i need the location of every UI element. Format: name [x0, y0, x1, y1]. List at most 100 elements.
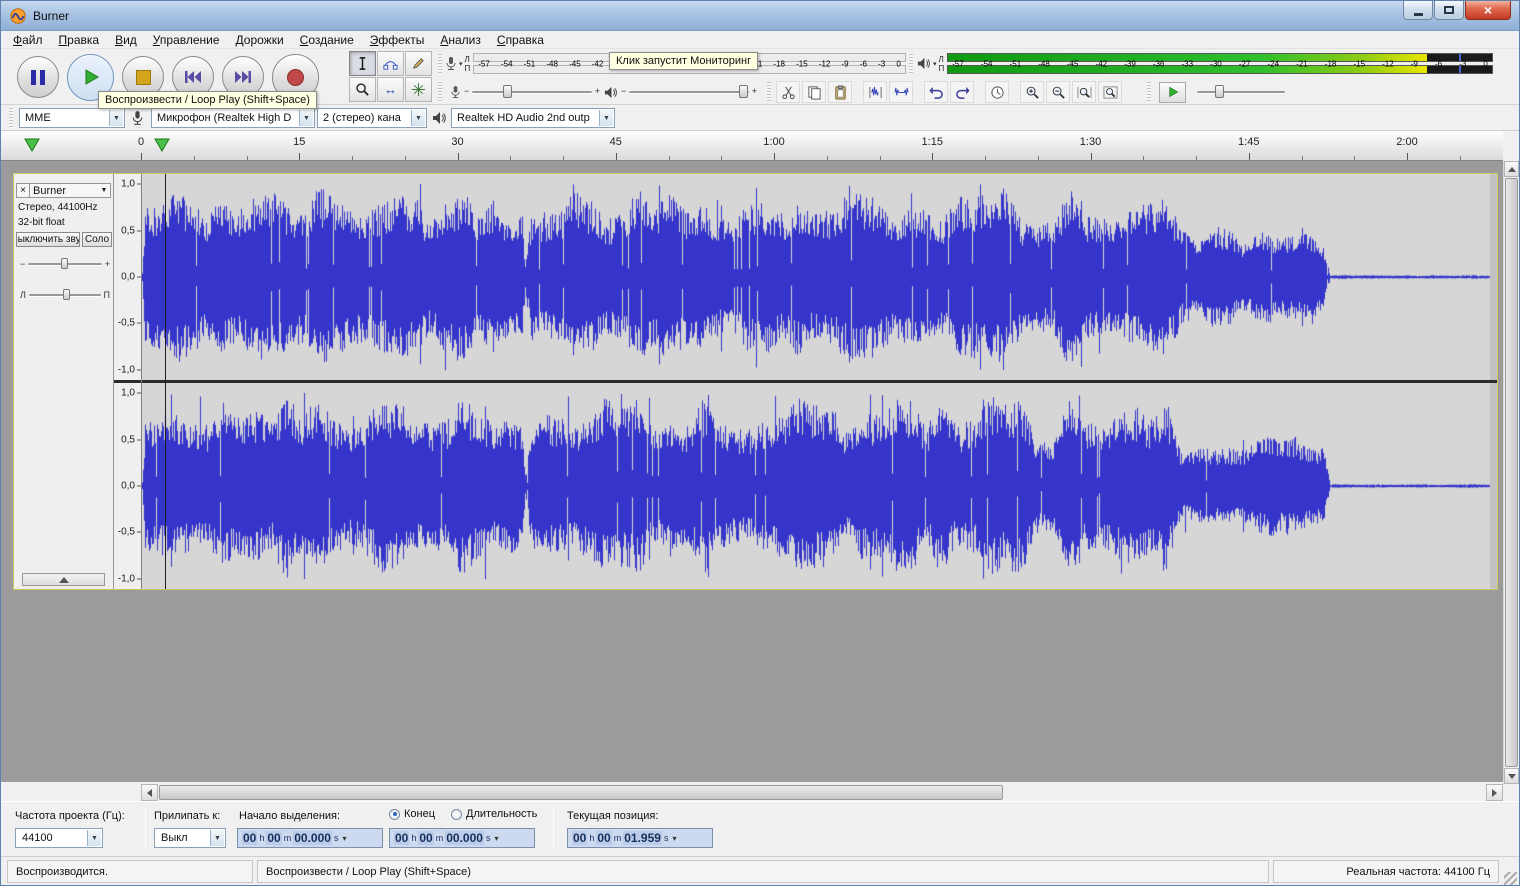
- recording-channels-select[interactable]: 2 (стерео) кана▼: [317, 108, 427, 128]
- combo-arrow-icon[interactable]: ▼: [109, 110, 123, 126]
- menu-item-3[interactable]: Вид: [107, 32, 145, 48]
- slider-thumb[interactable]: [739, 85, 748, 98]
- paste-button[interactable]: [828, 81, 852, 103]
- vertical-scrollbar[interactable]: [1503, 161, 1519, 784]
- silence-audio-button[interactable]: [889, 81, 913, 103]
- resize-grip[interactable]: [1504, 872, 1517, 885]
- mute-button[interactable]: Выключить звук: [16, 232, 80, 247]
- slider-thumb[interactable]: [63, 289, 70, 300]
- dropdown-arrow-icon[interactable]: ▾: [342, 834, 346, 843]
- multi-tool-button[interactable]: [405, 77, 432, 102]
- playback-device-select[interactable]: Realtek HD Audio 2nd outp▼: [451, 108, 615, 128]
- track-pan-slider[interactable]: Л П: [20, 287, 110, 303]
- combo-arrow-icon[interactable]: ▼: [411, 110, 425, 126]
- selection-end-time[interactable]: 00h00m00.000s▾: [389, 828, 535, 848]
- menu-item-1[interactable]: Файл: [5, 32, 51, 48]
- menu-item-9[interactable]: Справка: [489, 32, 552, 48]
- menu-item-2[interactable]: Правка: [51, 32, 108, 48]
- menu-item-4[interactable]: Управление: [145, 32, 228, 48]
- quickplay-marker-icon[interactable]: [24, 138, 40, 152]
- vertical-ruler-left-channel[interactable]: 1,00,50,0-0,5-1,0: [114, 174, 141, 380]
- fit-project-button[interactable]: [1098, 81, 1122, 103]
- snap-to-select[interactable]: Выкл▼: [154, 828, 226, 848]
- fit-selection-button[interactable]: [1072, 81, 1096, 103]
- track-collapse-button[interactable]: [22, 573, 105, 586]
- radio-length-label[interactable]: Длительность: [466, 808, 537, 820]
- playback-speed-slider[interactable]: [1191, 83, 1291, 101]
- current-position-time[interactable]: 00h00m01.959s▾: [567, 828, 713, 848]
- playback-position-marker-icon[interactable]: [154, 138, 170, 152]
- track-header[interactable]: × Burner ▼: [16, 183, 111, 198]
- toolbar-grab-handle[interactable]: [9, 108, 13, 128]
- track-menu-arrow-icon[interactable]: ▼: [98, 187, 110, 194]
- scroll-left-button[interactable]: [141, 784, 158, 801]
- slider-thumb[interactable]: [61, 258, 68, 269]
- undo-button[interactable]: [924, 81, 948, 103]
- menu-item-5[interactable]: Дорожки: [228, 32, 292, 48]
- envelope-tool-button[interactable]: [377, 51, 404, 76]
- cut-button[interactable]: [776, 81, 800, 103]
- audio-track[interactable]: × Burner ▼ Стерео, 44100Hz 32-bit float …: [13, 173, 1498, 590]
- radio-end-label[interactable]: Конец: [404, 808, 435, 820]
- track-gain-slider[interactable]: − +: [20, 256, 110, 272]
- dropdown-arrow-icon[interactable]: ▾: [672, 834, 676, 843]
- combo-arrow-icon[interactable]: ▼: [210, 830, 224, 846]
- vertical-scroll-thumb[interactable]: [1505, 178, 1518, 767]
- radio-length[interactable]: [451, 809, 462, 820]
- zoom-in-button[interactable]: [1020, 81, 1044, 103]
- redo-button[interactable]: [950, 81, 974, 103]
- zoom-out-button[interactable]: [1046, 81, 1070, 103]
- selection-start-time[interactable]: 00h00m00.000s▾: [237, 828, 383, 848]
- menu-item-7[interactable]: Эффекты: [362, 32, 433, 48]
- scroll-up-button[interactable]: [1504, 161, 1519, 177]
- trim-audio-button[interactable]: [863, 81, 887, 103]
- play-at-speed-button[interactable]: [1159, 82, 1186, 103]
- recording-volume-slider[interactable]: −+: [466, 83, 598, 101]
- toolbar-grab-handle[interactable]: [438, 82, 442, 101]
- copy-button[interactable]: [802, 81, 826, 103]
- waveform-canvas-right[interactable]: [142, 383, 1497, 589]
- toolbar-grab-handle[interactable]: [767, 82, 771, 101]
- dropdown-arrow-icon[interactable]: ▾: [494, 834, 498, 843]
- title-bar[interactable]: Burner ×: [1, 1, 1519, 31]
- scroll-right-button[interactable]: [1486, 784, 1503, 801]
- slider-thumb[interactable]: [1215, 85, 1224, 98]
- recording-device-select[interactable]: Микрофон (Realtek High D▼: [151, 108, 315, 128]
- minimize-button[interactable]: [1403, 1, 1433, 20]
- audio-host-select[interactable]: MME▼: [19, 108, 125, 128]
- playback-meter-toolbar[interactable]: ▾ ЛП -57-54-51-48-45-42-39-36-33-30-27-2…: [909, 51, 1493, 76]
- combo-arrow-icon[interactable]: ▼: [87, 830, 101, 846]
- menu-item-8[interactable]: Анализ: [432, 32, 489, 48]
- meter-dropdown-icon[interactable]: ▾: [933, 60, 937, 68]
- scroll-down-button[interactable]: [1504, 768, 1519, 784]
- waveform-canvas-left[interactable]: [142, 174, 1497, 380]
- meter-dropdown-icon[interactable]: ▾: [459, 60, 463, 68]
- vertical-ruler-right-channel[interactable]: 1,00,50,0-0,5-1,0: [114, 383, 141, 589]
- horizontal-scroll-thumb[interactable]: [159, 785, 1003, 800]
- toolbar-grab-handle[interactable]: [1147, 82, 1151, 101]
- draw-tool-button[interactable]: [405, 51, 432, 76]
- track-name[interactable]: Burner: [30, 185, 98, 197]
- playback-meter-bars[interactable]: -57-54-51-48-45-42-39-36-33-30-27-24-21-…: [947, 52, 1493, 75]
- timeshift-tool-button[interactable]: ↔: [377, 77, 404, 102]
- close-button[interactable]: ×: [1465, 1, 1511, 20]
- toolbar-grab-handle[interactable]: [909, 54, 913, 74]
- combo-arrow-icon[interactable]: ▼: [299, 110, 313, 126]
- project-rate-select[interactable]: 44100▼: [15, 828, 103, 848]
- selection-tool-button[interactable]: [349, 51, 376, 76]
- track-close-icon[interactable]: ×: [17, 184, 30, 197]
- toolbar-grab-handle[interactable]: [438, 54, 442, 74]
- solo-button[interactable]: Соло: [82, 232, 112, 247]
- zoom-tool-button[interactable]: [349, 77, 376, 102]
- sync-lock-button[interactable]: [985, 81, 1009, 103]
- ruler-tick: [932, 153, 933, 160]
- slider-thumb[interactable]: [503, 85, 512, 98]
- combo-arrow-icon[interactable]: ▼: [599, 110, 613, 126]
- playback-volume-slider[interactable]: −+: [623, 83, 755, 101]
- menu-item-6[interactable]: Создание: [292, 32, 362, 48]
- radio-end[interactable]: [389, 809, 400, 820]
- timeline-ruler[interactable]: 01530451:001:151:301:452:00: [1, 131, 1503, 161]
- maximize-button[interactable]: [1434, 1, 1464, 20]
- horizontal-scrollbar[interactable]: [141, 784, 1503, 801]
- pause-button[interactable]: [17, 56, 59, 98]
